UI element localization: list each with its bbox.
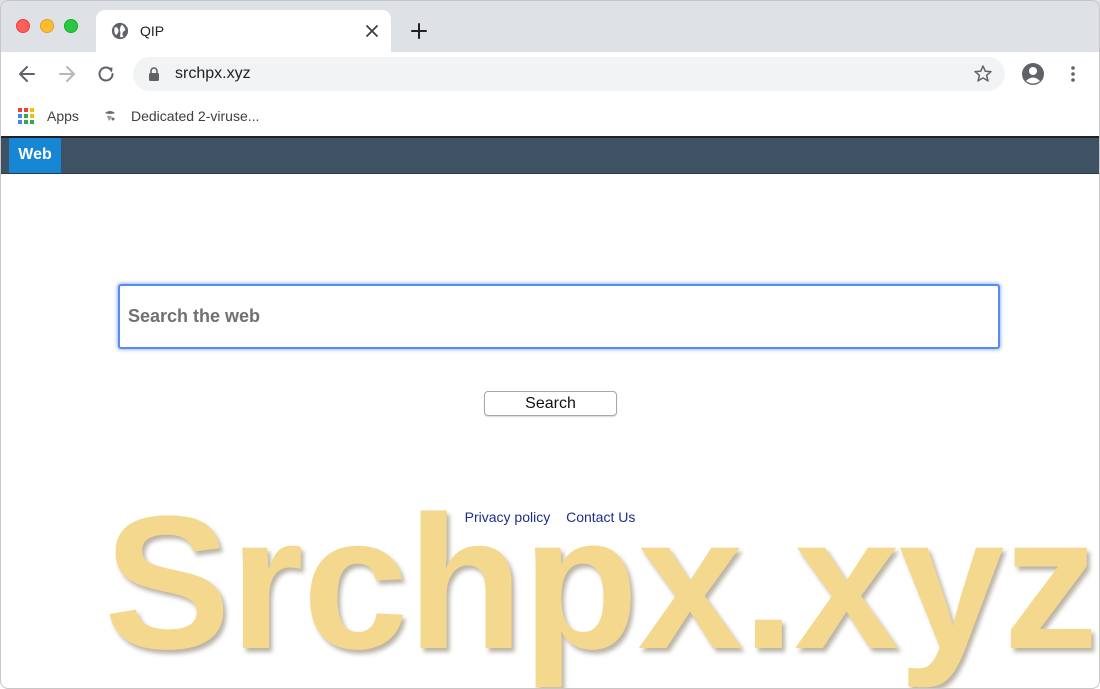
url-text: srchpx.xyz	[175, 65, 251, 82]
maximize-window-button[interactable]	[64, 19, 78, 33]
forward-arrow-icon[interactable]	[56, 63, 78, 85]
lock-icon[interactable]	[147, 66, 161, 82]
bookmark-dedicated[interactable]: Dedicated 2-viruse...	[102, 105, 259, 127]
minimize-window-button[interactable]	[40, 19, 54, 33]
contact-us-link[interactable]: Contact Us	[566, 509, 635, 525]
bookmark-label: Apps	[47, 108, 79, 124]
globe-icon	[111, 22, 129, 40]
bookmark-apps[interactable]: Apps	[18, 105, 79, 127]
more-menu-icon[interactable]	[1064, 64, 1082, 84]
tab-web[interactable]: Web	[9, 138, 61, 173]
bookmarks-bar: Apps Dedicated 2-viruse...	[0, 96, 1100, 136]
browser-toolbar: srchpx.xyz	[0, 52, 1100, 96]
new-tab-icon[interactable]	[409, 21, 429, 41]
virus-favicon-icon	[105, 111, 115, 121]
profile-avatar-icon[interactable]	[1021, 62, 1045, 86]
bookmark-star-icon[interactable]	[973, 64, 993, 84]
close-window-button[interactable]	[16, 19, 30, 33]
footer-links: Privacy policy Contact Us	[0, 509, 1100, 525]
tab-strip: QIP	[0, 0, 1100, 52]
close-tab-icon[interactable]	[363, 22, 381, 40]
search-button[interactable]: Search	[484, 391, 617, 416]
search-input[interactable]	[118, 284, 1000, 349]
browser-tab[interactable]: QIP	[96, 10, 391, 52]
apps-grid-icon	[18, 108, 34, 124]
address-bar[interactable]: srchpx.xyz	[133, 57, 1005, 91]
bookmark-label: Dedicated 2-viruse...	[131, 108, 260, 124]
reload-icon[interactable]	[95, 63, 117, 85]
tab-title: QIP	[140, 23, 165, 39]
back-arrow-icon[interactable]	[16, 63, 38, 85]
search-navbar: Web	[0, 138, 1100, 174]
privacy-policy-link[interactable]: Privacy policy	[465, 509, 551, 525]
